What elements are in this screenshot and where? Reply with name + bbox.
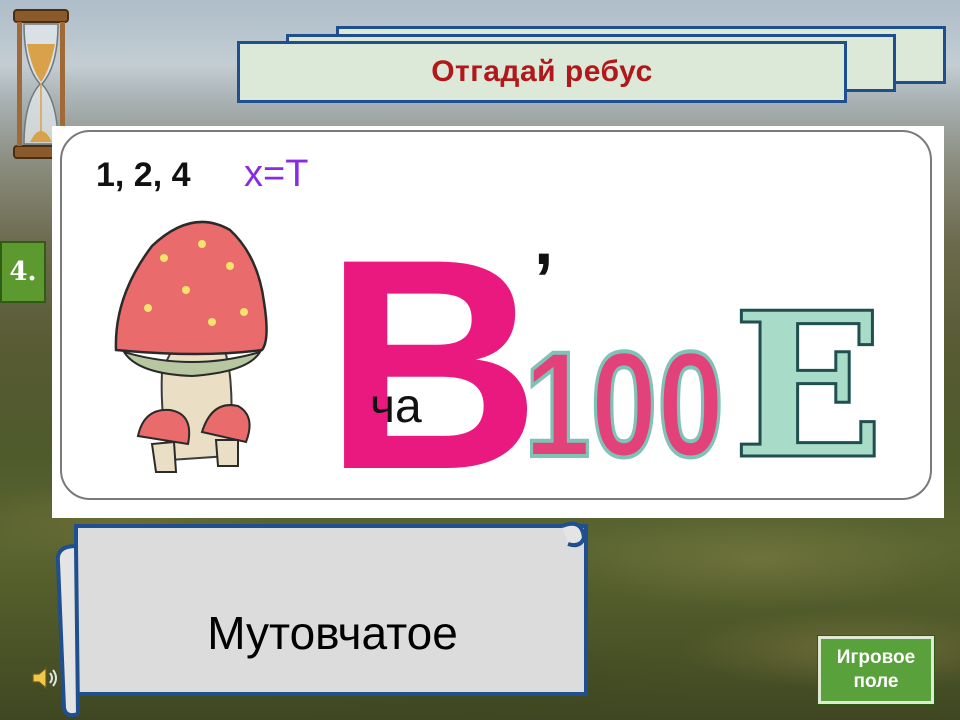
- rebus-letter-e: E: [732, 269, 884, 504]
- title-banner: Отгадай ребус: [237, 41, 847, 103]
- slide-title: Отгадай ребус: [431, 55, 653, 88]
- rebus-hint-replace: x=T: [244, 153, 308, 195]
- rebus-drawing: 1, 2, 4 x=T B ча , 100 E: [96, 153, 886, 518]
- answer-text: Мутовчатое: [207, 607, 458, 659]
- question-number-badge: 4.: [0, 241, 46, 303]
- rebus-number: 100: [524, 320, 724, 488]
- mushroom-icon: [114, 220, 268, 473]
- rebus-inner-letters: ча: [370, 380, 422, 433]
- answer-box: Мутовчатое: [80, 545, 585, 693]
- game-field-label: Игровое поле: [836, 647, 916, 692]
- rebus-big-letter: B: [324, 196, 541, 518]
- rebus-image: 1, 2, 4 x=T B ча , 100 E: [52, 126, 944, 518]
- rebus-comma: ,: [534, 201, 553, 279]
- speaker-icon[interactable]: [30, 664, 60, 692]
- question-number: 4.: [9, 257, 37, 287]
- rebus-hint-numbers: 1, 2, 4: [96, 156, 191, 194]
- game-field-button[interactable]: Игровое поле: [818, 636, 934, 704]
